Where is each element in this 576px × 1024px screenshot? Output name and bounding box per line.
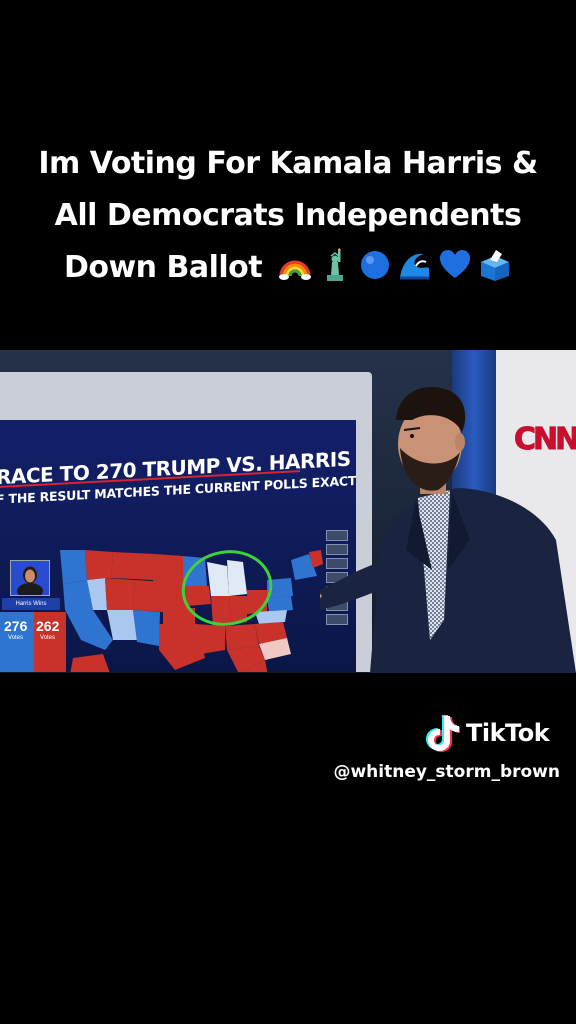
ballot-box-icon: [481, 250, 510, 281]
winner-label: Harris Wins: [2, 598, 60, 610]
creator-username[interactable]: @whitney_storm_brown: [333, 762, 560, 782]
presenter: [320, 387, 576, 673]
statue-of-liberty-icon: [327, 248, 344, 281]
blue-circle-icon: [361, 251, 390, 279]
harris-vote-count: 276: [4, 618, 28, 634]
candidate-avatar-icon: [17, 566, 43, 599]
wave-icon: [400, 253, 430, 280]
candidate-photo: [10, 560, 50, 599]
tiktok-note-icon: [426, 715, 460, 752]
caption-line-1: Im Voting For Kamala Harris &: [38, 146, 538, 181]
us-electoral-map: [60, 550, 323, 672]
blue-heart-icon: [440, 250, 471, 278]
video-frame[interactable]: RACE TO 270 TRUMP VS. HARRIS F THE RESUL…: [0, 350, 576, 673]
trump-votes-label: Votes: [40, 635, 56, 641]
caption-line-3: Down Ballot: [0, 242, 576, 294]
rainbow-icon: [279, 260, 312, 280]
harris-votes-label: Votes: [8, 635, 24, 641]
caption-overlay: Im Voting For Kamala Harris & All Democr…: [0, 138, 576, 294]
election-map-screen: RACE TO 270 TRUMP VS. HARRIS F THE RESUL…: [0, 420, 356, 672]
caption-line-2: All Democrats Independents: [54, 198, 522, 233]
caption-line-3-text: Down Ballot: [63, 250, 263, 285]
tiktok-brand: TikTok: [466, 719, 550, 747]
wall-monitor: RACE TO 270 TRUMP VS. HARRIS F THE RESUL…: [0, 372, 372, 672]
tiktok-watermark: TikTok: [426, 714, 550, 752]
